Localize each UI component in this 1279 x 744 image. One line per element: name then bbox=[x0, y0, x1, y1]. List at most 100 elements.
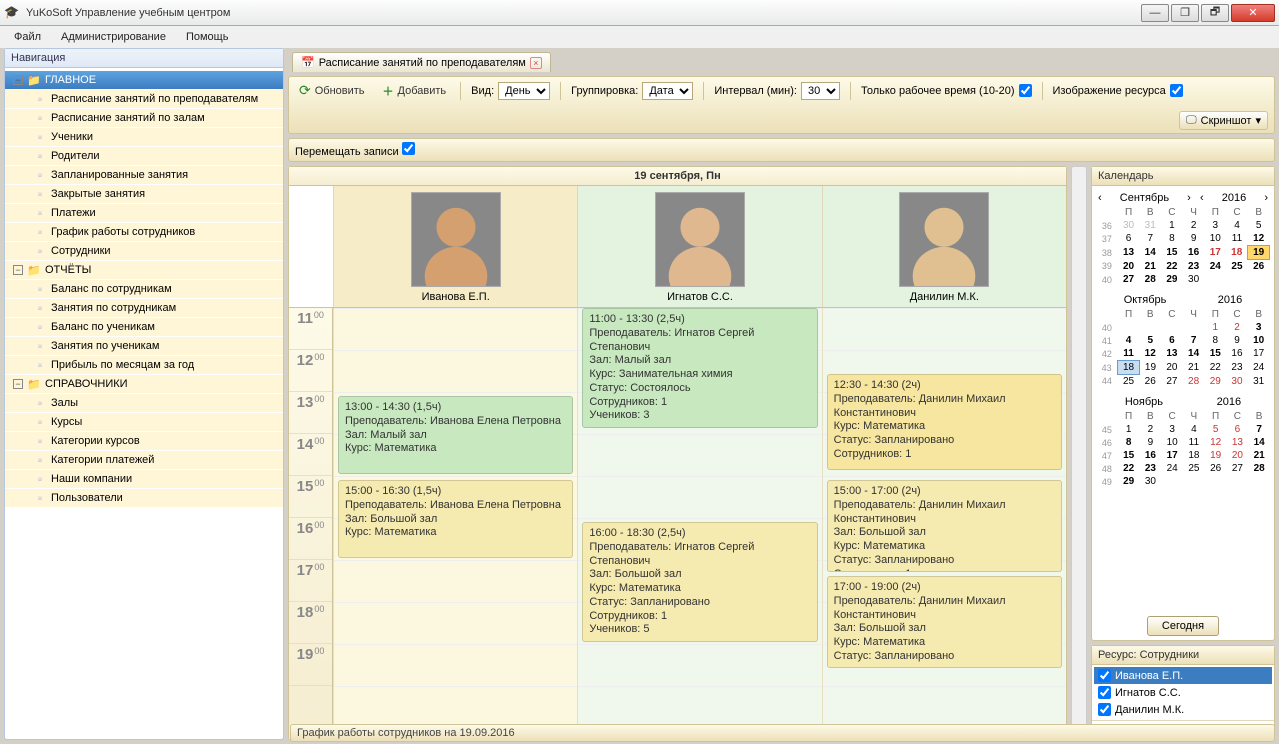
nav-item[interactable]: ▫️Залы bbox=[5, 394, 283, 412]
move-records-check[interactable]: Перемещать записи bbox=[295, 142, 415, 158]
calendar-day[interactable]: 6 bbox=[1118, 232, 1140, 246]
calendar-day[interactable]: 8 bbox=[1161, 232, 1183, 246]
calendar-day[interactable]: 28 bbox=[1139, 273, 1161, 286]
calendar-day[interactable]: 15 bbox=[1204, 347, 1226, 361]
calendar-day[interactable]: 25 bbox=[1118, 375, 1140, 389]
nav-item[interactable]: ▫️Платежи bbox=[5, 204, 283, 222]
calendar-day[interactable]: 17 bbox=[1204, 246, 1226, 260]
calendar-day[interactable]: 16 bbox=[1226, 347, 1248, 361]
calendar-day[interactable]: 20 bbox=[1227, 449, 1249, 462]
calendar-day[interactable]: 13 bbox=[1118, 246, 1140, 260]
screenshot-button[interactable]: Скриншот ▾ bbox=[1179, 111, 1268, 130]
resource-header[interactable]: Данилин М.К. bbox=[822, 186, 1066, 307]
nav-item[interactable]: ▫️Запланированные занятия bbox=[5, 166, 283, 184]
calendar-day[interactable]: 21 bbox=[1139, 260, 1161, 274]
calendar-day[interactable]: 24 bbox=[1204, 260, 1226, 274]
calendar-day[interactable]: 6 bbox=[1227, 423, 1249, 436]
appointment[interactable]: 17:00 - 19:00 (2ч)Преподаватель: Данилин… bbox=[827, 576, 1062, 668]
appointment[interactable]: 16:00 - 18:30 (2,5ч)Преподаватель: Игнат… bbox=[582, 522, 817, 642]
calendar-day[interactable]: 26 bbox=[1248, 260, 1270, 274]
calendar-day[interactable]: 3 bbox=[1204, 219, 1226, 232]
calendar-day[interactable]: 13 bbox=[1161, 347, 1183, 361]
calendar-day[interactable]: 29 bbox=[1204, 375, 1226, 389]
calendar-day[interactable]: 1 bbox=[1118, 423, 1140, 436]
calendar-day[interactable]: 8 bbox=[1204, 334, 1226, 347]
calendar-day[interactable]: 11 bbox=[1226, 232, 1248, 246]
calendar-day[interactable]: 28 bbox=[1183, 375, 1205, 389]
calendar-day[interactable]: 26 bbox=[1139, 375, 1161, 389]
calendar-day[interactable]: 4 bbox=[1118, 334, 1140, 347]
cal-next[interactable]: › bbox=[1264, 192, 1268, 204]
calendar-day[interactable]: 9 bbox=[1140, 436, 1162, 449]
calendar-day[interactable]: 18 bbox=[1183, 449, 1205, 462]
calendar-day[interactable]: 11 bbox=[1183, 436, 1205, 449]
calendar-day[interactable]: 14 bbox=[1139, 246, 1161, 260]
menu-help[interactable]: Помощь bbox=[178, 29, 237, 45]
calendar-day[interactable]: 5 bbox=[1205, 423, 1227, 436]
calendar-day[interactable]: 1 bbox=[1204, 321, 1226, 334]
calendar-stack[interactable]: ‹Сентябрь› ‹2016›ПВСЧПСВ3630311234537678… bbox=[1092, 186, 1274, 612]
calendar-day[interactable]: 18 bbox=[1226, 246, 1248, 260]
appointment[interactable]: 13:00 - 14:30 (1,5ч)Преподаватель: Ивано… bbox=[338, 396, 573, 474]
calendar-day[interactable]: 29 bbox=[1118, 475, 1140, 488]
calendar-day[interactable]: 19 bbox=[1248, 246, 1270, 260]
calendar-day[interactable]: 20 bbox=[1161, 361, 1183, 375]
menu-admin[interactable]: Администрирование bbox=[53, 29, 174, 45]
appointment[interactable]: 12:30 - 14:30 (2ч)Преподаватель: Данилин… bbox=[827, 374, 1062, 470]
calendar-day[interactable]: 13 bbox=[1227, 436, 1249, 449]
calendar-day[interactable]: 18 bbox=[1118, 361, 1140, 375]
nav-group[interactable]: −📁СПРАВОЧНИКИ bbox=[5, 375, 283, 393]
calendar-day[interactable]: 15 bbox=[1161, 246, 1183, 260]
tab-schedule[interactable]: Расписание занятий по преподавателям × bbox=[292, 52, 551, 72]
nav-item[interactable]: ▫️Закрытые занятия bbox=[5, 185, 283, 203]
calendar-day[interactable]: 14 bbox=[1248, 436, 1270, 449]
calendar-day[interactable]: 5 bbox=[1248, 219, 1270, 232]
close-button[interactable]: ✕ bbox=[1231, 4, 1275, 22]
calendar-day[interactable]: 29 bbox=[1161, 273, 1183, 286]
calendar-day[interactable]: 3 bbox=[1248, 321, 1270, 334]
calendar-day[interactable]: 14 bbox=[1183, 347, 1205, 361]
nav-item[interactable]: ▫️Расписание занятий по преподавателям bbox=[5, 90, 283, 108]
calendar-day[interactable]: 7 bbox=[1139, 232, 1161, 246]
calendar-day[interactable]: 31 bbox=[1248, 375, 1270, 389]
add-button[interactable]: Добавить bbox=[379, 81, 451, 101]
calendar-day[interactable]: 27 bbox=[1118, 273, 1140, 286]
nav-item[interactable]: ▫️Сотрудники bbox=[5, 242, 283, 260]
calendar-day[interactable]: 21 bbox=[1183, 361, 1205, 375]
calendar-day[interactable]: 23 bbox=[1226, 361, 1248, 375]
calendar-day[interactable]: 10 bbox=[1248, 334, 1270, 347]
resource-item[interactable]: Иванова Е.П. bbox=[1094, 667, 1272, 684]
schedule-body[interactable]: 11001200130014001500160017001800190013:0… bbox=[289, 308, 1066, 739]
calendar-day[interactable]: 12 bbox=[1248, 232, 1270, 246]
nav-item[interactable]: ▫️Курсы bbox=[5, 413, 283, 431]
calendar-day[interactable]: 25 bbox=[1226, 260, 1248, 274]
calendar-day[interactable]: 3 bbox=[1161, 423, 1183, 436]
nav-item[interactable]: ▫️Занятия по сотрудникам bbox=[5, 299, 283, 317]
calendar-day[interactable]: 30 bbox=[1226, 375, 1248, 389]
appointment[interactable]: 11:00 - 13:30 (2,5ч)Преподаватель: Игнат… bbox=[582, 308, 817, 428]
refresh-button[interactable]: Обновить bbox=[295, 80, 369, 101]
nav-item[interactable]: ▫️Наши компании bbox=[5, 470, 283, 488]
calendar-day[interactable]: 1 bbox=[1161, 219, 1183, 232]
calendar-day[interactable]: 2 bbox=[1140, 423, 1162, 436]
calendar-day[interactable]: 2 bbox=[1183, 219, 1205, 232]
calendar-day[interactable]: 5 bbox=[1139, 334, 1161, 347]
nav-item[interactable]: ▫️Прибыль по месяцам за год bbox=[5, 356, 283, 374]
calendar-day[interactable]: 9 bbox=[1226, 334, 1248, 347]
calendar-day[interactable]: 7 bbox=[1248, 423, 1270, 436]
calendar-day[interactable]: 27 bbox=[1227, 462, 1249, 475]
restore-button[interactable]: 🗗 bbox=[1201, 4, 1229, 22]
calendar-day[interactable]: 17 bbox=[1161, 449, 1183, 462]
workhours-check[interactable]: Только рабочее время (10-20) bbox=[861, 84, 1032, 97]
calendar-day[interactable]: 6 bbox=[1161, 334, 1183, 347]
nav-tree[interactable]: −📁ГЛАВНОЕ▫️Расписание занятий по препода… bbox=[5, 68, 283, 739]
nav-item[interactable]: ▫️Пользователи bbox=[5, 489, 283, 507]
resource-item[interactable]: Игнатов С.С. bbox=[1094, 684, 1272, 701]
calendar-day[interactable]: 4 bbox=[1226, 219, 1248, 232]
calendar-day[interactable]: 27 bbox=[1161, 375, 1183, 389]
resource-header[interactable]: Иванова Е.П. bbox=[333, 186, 577, 307]
resource-item[interactable]: Данилин М.К. bbox=[1094, 701, 1272, 718]
calendar-day[interactable]: 16 bbox=[1140, 449, 1162, 462]
calendar-day[interactable]: 2 bbox=[1226, 321, 1248, 334]
calendar-day[interactable]: 22 bbox=[1161, 260, 1183, 274]
